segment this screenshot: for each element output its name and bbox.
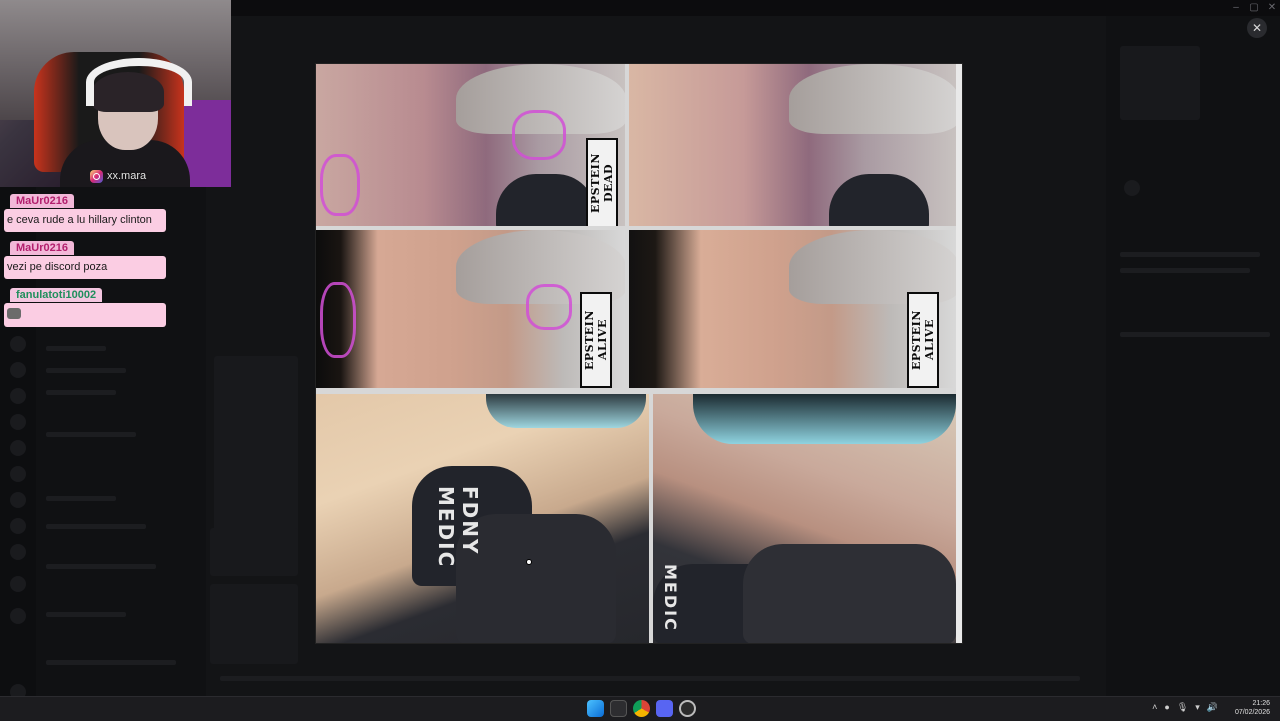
channel-item[interactable] <box>46 390 116 395</box>
label-alive: EPSTEIN ALIVE <box>580 292 612 388</box>
emote-icon <box>7 308 21 319</box>
ear-outline <box>526 284 572 330</box>
server-icon[interactable] <box>10 336 26 352</box>
ear-outline <box>512 110 566 160</box>
microphone-icon[interactable]: 🎙 <box>1177 702 1188 713</box>
clock[interactable]: 21:26 07/02/2026 <box>1235 699 1270 717</box>
channel-item[interactable] <box>46 612 126 617</box>
discord-icon[interactable] <box>656 700 673 717</box>
taskbar-apps <box>587 700 696 717</box>
attachment-preview[interactable] <box>210 584 298 664</box>
chat-username: fanulatoti10002 <box>10 288 103 302</box>
tile-stretcher-left: FDNY MEDIC <box>316 394 649 643</box>
vest-text: MEDIC <box>661 564 680 632</box>
server-icon[interactable] <box>10 492 26 508</box>
image-viewer[interactable]: EPSTEIN DEAD EPSTEIN DEAD EPSTEIN ALIVE … <box>316 64 962 643</box>
avatar[interactable] <box>1124 180 1140 196</box>
server-icon[interactable] <box>10 466 26 482</box>
server-icon[interactable] <box>10 576 26 592</box>
close-viewer-button[interactable]: ✕ <box>1247 18 1267 38</box>
channel-item[interactable] <box>46 524 146 529</box>
minimize-icon[interactable]: – <box>1226 2 1246 13</box>
close-icon: ✕ <box>1251 21 1263 35</box>
tile-stretcher-right: MEDIC <box>653 394 956 643</box>
server-icon[interactable] <box>10 518 26 534</box>
server-icon[interactable] <box>10 362 26 378</box>
social-handle: xx.mara <box>90 167 146 185</box>
cat-ear-headphones <box>86 58 192 106</box>
profile-banner <box>1120 46 1200 120</box>
stream-chat: MaUr0216 e ceva rude a lu hillary clinto… <box>4 191 166 333</box>
wifi-icon[interactable]: ▾ <box>1195 702 1200 713</box>
chat-text: vezi pe discord poza <box>4 256 166 279</box>
meme-image: EPSTEIN DEAD EPSTEIN DEAD EPSTEIN ALIVE … <box>316 64 956 643</box>
attachment-preview[interactable] <box>210 528 298 576</box>
channel-item[interactable] <box>46 432 136 437</box>
server-icon[interactable] <box>10 440 26 456</box>
app-tray-icon[interactable]: ● <box>1164 702 1169 713</box>
chat-username: MaUr0216 <box>10 241 74 255</box>
profile-line <box>1120 332 1270 337</box>
clock-date: 07/02/2026 <box>1234 709 1270 716</box>
obs-icon[interactable] <box>679 700 696 717</box>
label-alive: EPSTEIN ALIVE <box>907 292 939 388</box>
chat-message: fanulatoti10002 <box>4 285 166 327</box>
server-icon[interactable] <box>10 608 26 624</box>
chat-username: MaUr0216 <box>10 194 74 208</box>
chevron-up-icon[interactable]: ˄ <box>1152 702 1157 713</box>
ceiling-light <box>486 394 646 428</box>
windows-start-icon[interactable] <box>587 700 604 717</box>
ceiling-light <box>693 394 956 444</box>
server-icon[interactable] <box>10 388 26 404</box>
collar-shape <box>829 174 929 226</box>
hair-shape <box>789 64 956 134</box>
instagram-icon <box>90 169 103 183</box>
tile-alive-annotated: EPSTEIN ALIVE <box>316 230 625 388</box>
label-dead: EPSTEIN DEAD <box>586 138 618 226</box>
chrome-icon[interactable] <box>633 700 650 717</box>
mouse-cursor <box>526 559 532 565</box>
message-input[interactable] <box>220 676 1080 681</box>
server-icon[interactable] <box>10 414 26 430</box>
taskbar: ˄ ● 🎙 ▾ 🔊 21:26 07/02/2026 <box>0 696 1280 721</box>
attachment-preview[interactable] <box>214 356 298 536</box>
file-explorer-icon[interactable] <box>610 700 627 717</box>
profile-line <box>1120 252 1260 257</box>
channel-item[interactable] <box>46 564 156 569</box>
nose-outline <box>320 282 356 358</box>
webcam-overlay: xx.mara <box>0 0 231 187</box>
volume-icon[interactable]: 🔊 <box>1207 702 1218 713</box>
channel-item[interactable] <box>46 346 106 351</box>
channel-item[interactable] <box>46 496 116 501</box>
tile-dead: EPSTEIN DEAD <box>629 64 956 226</box>
vest-text: FDNY MEDIC <box>434 486 482 569</box>
user-controls[interactable] <box>46 660 176 665</box>
profile-panel <box>1106 16 1280 696</box>
maximize-icon[interactable]: ▢ <box>1244 2 1264 13</box>
collar-shape <box>496 174 596 226</box>
chat-text <box>4 303 166 327</box>
system-tray: ˄ ● 🎙 ▾ 🔊 <box>1152 702 1218 713</box>
chat-message: MaUr0216 e ceva rude a lu hillary clinto… <box>4 191 166 232</box>
profile-line <box>1120 268 1250 273</box>
tile-alive: EPSTEIN ALIVE <box>629 230 956 388</box>
medic-figure <box>743 544 956 643</box>
clock-time: 21:26 <box>1252 700 1270 707</box>
server-icon[interactable] <box>10 544 26 560</box>
channel-item[interactable] <box>46 368 126 373</box>
window-close-icon[interactable]: ✕ <box>1262 2 1280 13</box>
nose-outline <box>320 154 360 216</box>
handle-text: xx.mara <box>107 170 147 182</box>
tile-dead-annotated: EPSTEIN DEAD <box>316 64 625 226</box>
chat-text: e ceva rude a lu hillary clinton <box>4 209 166 232</box>
chat-message: MaUr0216 vezi pe discord poza <box>4 238 166 279</box>
